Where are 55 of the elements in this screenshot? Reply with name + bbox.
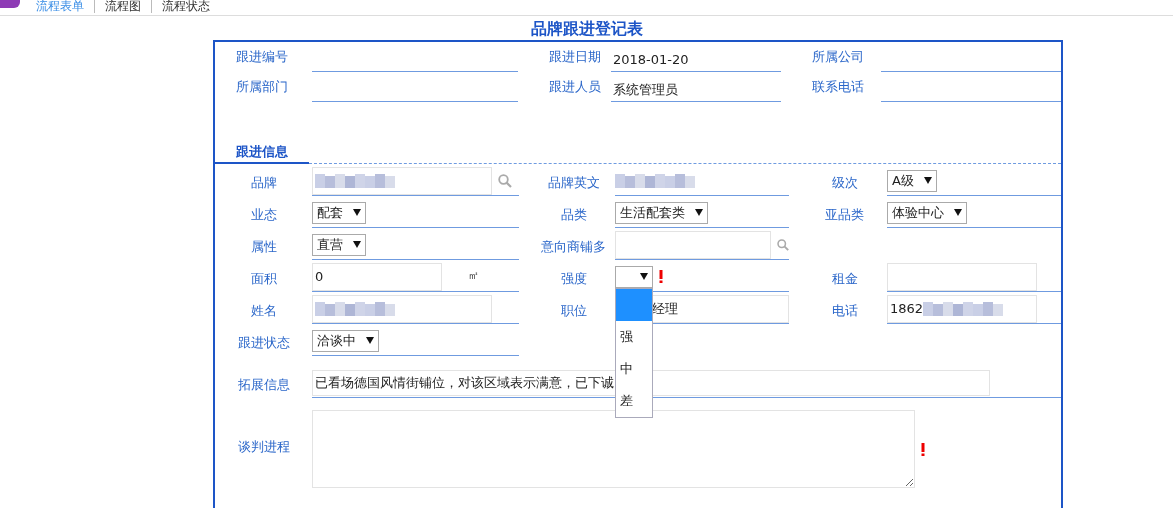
input-field[interactable]: 1862 [887, 294, 1037, 323]
app-logo [0, 0, 20, 8]
dropdown[interactable]: 配套 [312, 201, 366, 224]
input-field[interactable]: 2018-01-20 [611, 50, 781, 72]
field-label: 意向商铺多 [540, 237, 607, 256]
field-label: 品类 [559, 205, 588, 224]
field-label: 所属部门 [235, 77, 289, 96]
field-label: 面积 [249, 269, 278, 288]
caret-icon [353, 209, 361, 216]
dropdown[interactable]: 直营 [312, 233, 366, 256]
field-label: 所属公司 [811, 47, 865, 66]
field-label: 职位 [559, 301, 588, 320]
tab[interactable]: 流程表单 [26, 0, 95, 13]
dropdown[interactable]: 体验中心 [887, 201, 967, 224]
field-label: 谈判进程 [236, 438, 291, 457]
search-icon[interactable] [498, 173, 512, 188]
dropdown[interactable]: 洽谈中 [312, 329, 379, 352]
field-label: 业态 [249, 205, 278, 224]
text-area[interactable] [312, 410, 915, 488]
caret-icon [640, 273, 648, 280]
field-label: 跟进日期 [548, 47, 602, 66]
dropdown[interactable] [615, 265, 653, 288]
field-value: 经理 [652, 299, 678, 318]
field-label: 租金 [830, 269, 859, 288]
field-label: 级次 [830, 173, 859, 192]
field-label: 强度 [559, 269, 588, 288]
field-label: 跟进编号 [235, 47, 289, 66]
input-field[interactable]: 0 [312, 262, 442, 291]
field-label: 电话 [830, 301, 859, 320]
section-title: 跟进信息 [215, 141, 309, 164]
field-label: 姓名 [249, 301, 278, 320]
tab[interactable]: 流程状态 [152, 0, 220, 13]
field-label: 品牌 [249, 173, 278, 192]
field-value: 0 [315, 267, 324, 286]
field-label: 属性 [249, 237, 278, 256]
field-label: 品牌英文 [546, 173, 601, 192]
search-icon[interactable] [776, 237, 789, 252]
caret-icon [366, 337, 374, 344]
input-field[interactable]: 系统管理员 [611, 80, 781, 102]
field-value: 1862 [890, 299, 924, 318]
field-label: 拓展信息 [236, 375, 291, 394]
unit-label: ㎡ [468, 268, 479, 285]
field-label: 跟进人员 [548, 77, 602, 96]
dropdown[interactable]: 生活配套类 [615, 201, 708, 224]
form-title: 品牌跟进登记表 [529, 18, 644, 40]
caret-icon [954, 209, 962, 216]
caret-icon [923, 177, 932, 184]
field-label: 亚品类 [824, 205, 865, 224]
tab[interactable]: 流程图 [95, 0, 152, 13]
caret-icon [353, 241, 361, 248]
caret-icon [695, 209, 703, 216]
field-label: 跟进状态 [236, 333, 291, 352]
field-label: 联系电话 [811, 77, 865, 96]
dropdown[interactable]: A级 [887, 169, 937, 192]
dropdown-option[interactable]: 强 [616, 321, 652, 353]
